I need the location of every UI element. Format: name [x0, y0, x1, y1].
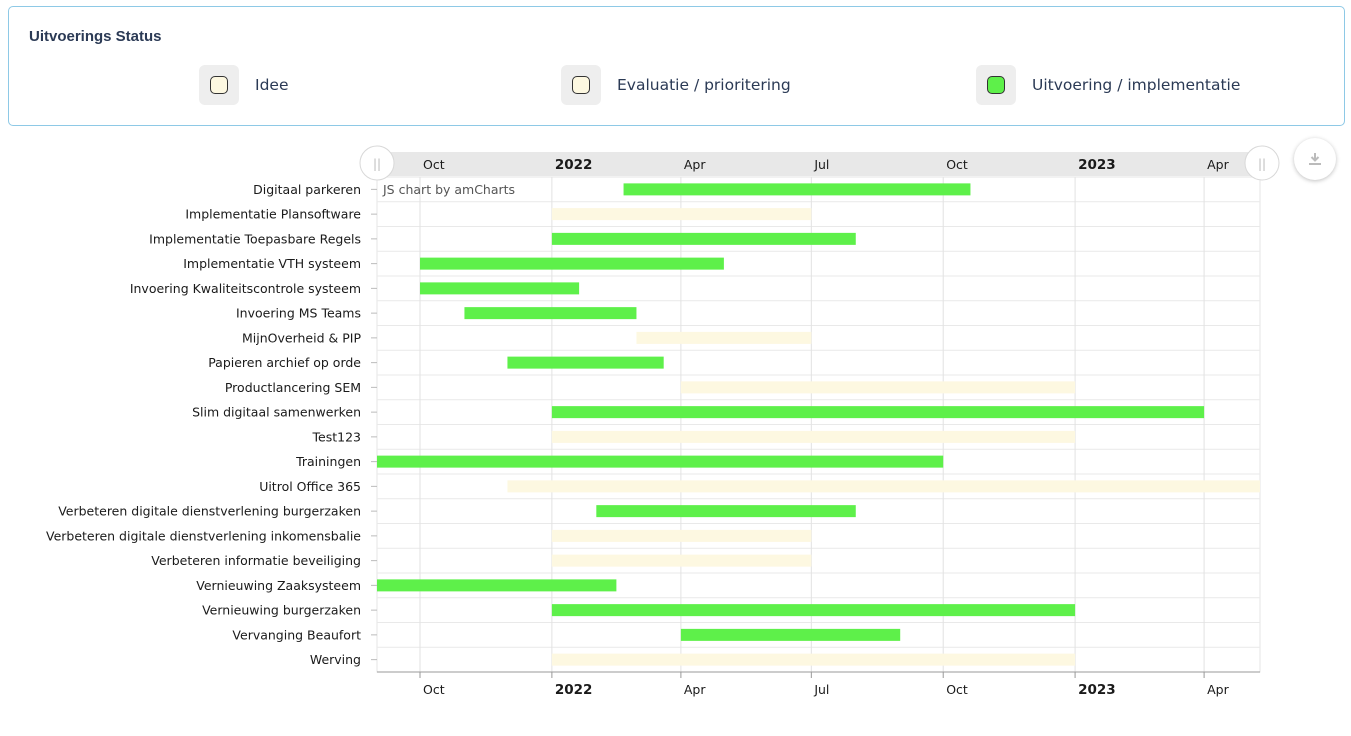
x-tick-label-bottom: Jul	[813, 682, 829, 697]
task-label: Verbeteren digitale dienstverlening inko…	[46, 528, 361, 543]
download-button[interactable]	[1294, 138, 1336, 180]
gantt-bar[interactable]	[464, 307, 637, 320]
task-label: Vernieuwing burgerzaken	[202, 603, 361, 618]
scrollbar-handle-left-grip: ||	[373, 157, 381, 171]
task-label: Productlancering SEM	[225, 380, 361, 395]
x-tick-label-top: Oct	[946, 157, 968, 172]
gantt-bar[interactable]	[551, 208, 812, 221]
x-tick-label-top: Jul	[813, 157, 829, 172]
x-tick-label-bottom: Apr	[684, 682, 706, 697]
x-tick-label-top: 2022	[555, 157, 593, 173]
gantt-bar[interactable]	[551, 430, 1076, 443]
task-label: Slim digitaal samenwerken	[192, 405, 361, 420]
gantt-bar[interactable]	[551, 529, 812, 542]
gantt-bar[interactable]	[623, 183, 971, 196]
gantt-bar[interactable]	[551, 232, 856, 245]
gantt-bar[interactable]	[596, 505, 856, 518]
task-label: Verbeteren informatie beveiliging	[151, 553, 361, 568]
gantt-bar[interactable]	[420, 257, 724, 270]
gantt-bar[interactable]	[377, 455, 944, 468]
task-label: Implementatie Plansoftware	[185, 207, 361, 222]
gantt-bar[interactable]	[420, 282, 580, 295]
task-label: Verbeteren digitale dienstverlening burg…	[58, 504, 361, 519]
task-label: Digitaal parkeren	[253, 182, 361, 197]
x-tick-label-bottom: Apr	[1207, 682, 1229, 697]
gantt-bar[interactable]	[507, 356, 664, 369]
gantt-bar[interactable]	[636, 331, 812, 344]
x-tick-label-bottom: 2023	[1078, 682, 1116, 698]
scrollbar-handle-right-grip: ||	[1258, 157, 1266, 171]
task-label: Test123	[312, 429, 361, 444]
task-label: Uitrol Office 365	[259, 479, 361, 494]
download-icon	[1309, 153, 1321, 165]
task-label: Werving	[310, 652, 361, 667]
x-tick-label-bottom: Oct	[946, 682, 968, 697]
task-label: MijnOverheid & PIP	[242, 330, 361, 345]
task-label: Invoering Kwaliteitscontrole systeem	[130, 281, 361, 296]
x-tick-label-bottom: Oct	[423, 682, 445, 697]
task-label: Papieren archief op orde	[208, 355, 361, 370]
task-label: Vervanging Beaufort	[232, 627, 361, 642]
x-tick-label-top: Apr	[1207, 157, 1229, 172]
x-tick-label-top: Oct	[423, 157, 445, 172]
task-label: Invoering MS Teams	[236, 306, 361, 321]
task-label: Trainingen	[295, 454, 361, 469]
task-label: Implementatie Toepasbare Regels	[149, 231, 361, 246]
gantt-bar[interactable]	[551, 554, 812, 567]
task-label: Implementatie VTH systeem	[183, 256, 361, 271]
x-tick-label-top: 2023	[1078, 157, 1116, 173]
gantt-bar[interactable]	[507, 480, 1260, 493]
x-tick-label-bottom: 2022	[555, 682, 593, 698]
gantt-bar[interactable]	[551, 604, 1076, 617]
gantt-bar[interactable]	[680, 381, 1076, 394]
gantt-bar[interactable]	[551, 653, 1076, 666]
gantt-chart: Oct Oct 2022 2022 Apr Apr Jul Jul Oct Oct 2023 2023…	[46, 145, 1280, 698]
gantt-bar[interactable]	[377, 579, 617, 592]
amcharts-credit: JS chart by amCharts	[382, 182, 515, 197]
gantt-bar[interactable]	[680, 628, 901, 641]
task-label: Vernieuwing Zaaksysteem	[196, 578, 361, 593]
x-tick-label-top: Apr	[684, 157, 706, 172]
gantt-bar[interactable]	[551, 406, 1205, 419]
